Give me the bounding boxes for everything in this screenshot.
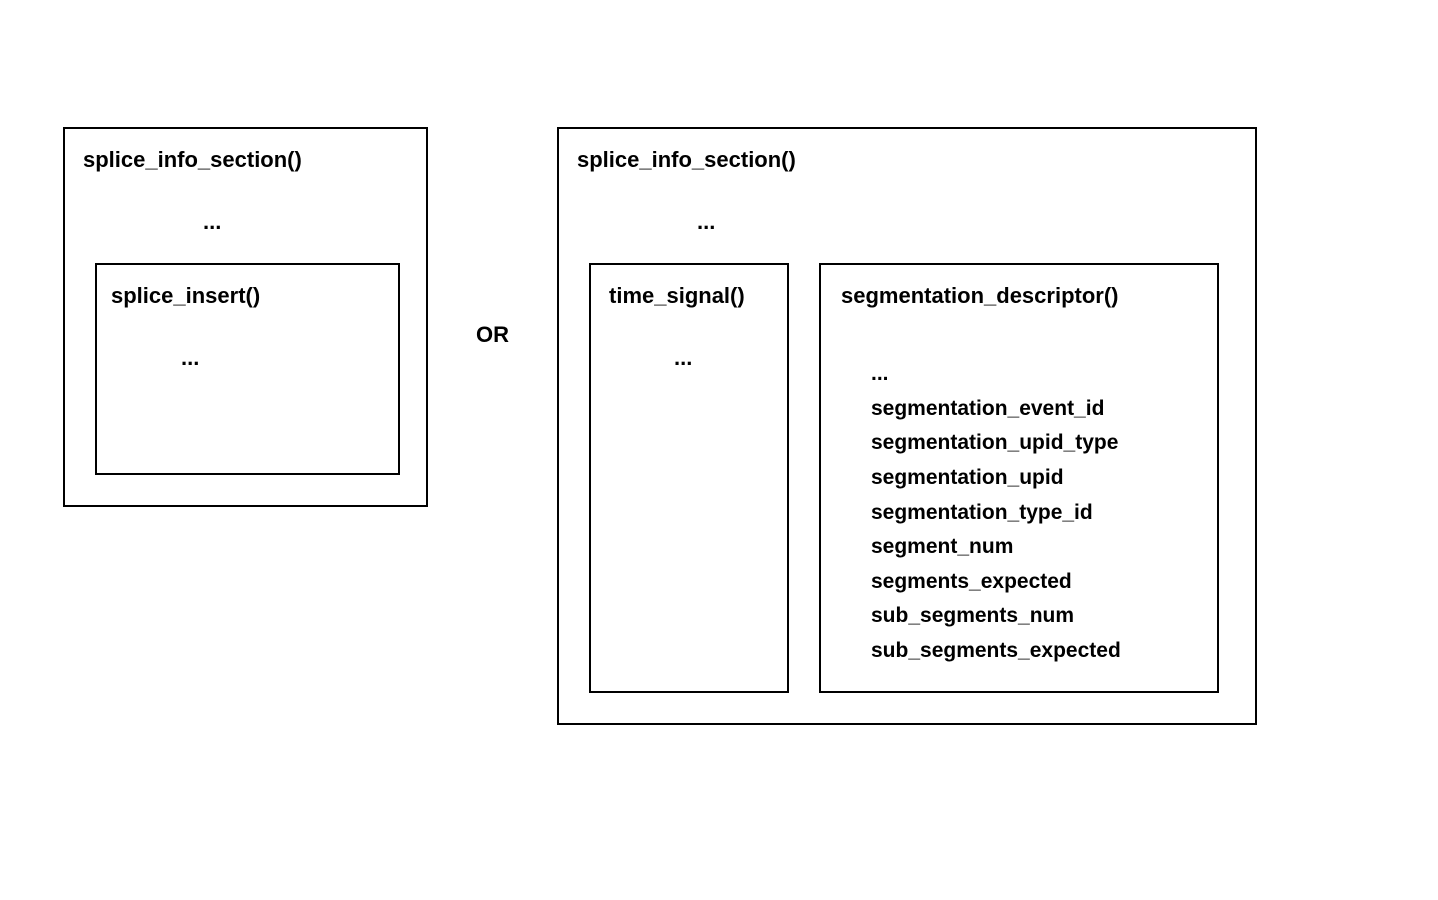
segmentation-field: segment_num: [871, 530, 1197, 565]
right-outer-title: splice_info_section(): [577, 147, 1225, 173]
segmentation-field-list: ... segmentation_event_id segmentation_u…: [841, 317, 1197, 669]
right-splice-info-section-box: splice_info_section() ... time_signal() …: [557, 127, 1257, 725]
segmentation-field: segments_expected: [871, 565, 1197, 600]
segmentation-field: segmentation_upid: [871, 461, 1197, 496]
segmentation-field: segmentation_event_id: [871, 392, 1197, 427]
left-outer-ellipsis: ...: [83, 181, 396, 263]
segmentation-descriptor-box: segmentation_descriptor() ... segmentati…: [819, 263, 1219, 693]
left-outer-title: splice_info_section(): [83, 147, 396, 173]
or-separator: OR: [476, 127, 509, 348]
segmentation-field: sub_segments_expected: [871, 634, 1197, 669]
right-inner-container: time_signal() ... segmentation_descripto…: [589, 263, 1225, 693]
time-signal-box: time_signal() ...: [589, 263, 789, 693]
right-outer-ellipsis: ...: [577, 181, 1225, 263]
time-signal-title: time_signal(): [609, 283, 767, 309]
diagram-container: splice_info_section() ... splice_insert(…: [63, 127, 1257, 725]
left-splice-info-section-box: splice_info_section() ... splice_insert(…: [63, 127, 428, 507]
segmentation-field: sub_segments_num: [871, 599, 1197, 634]
segmentation-field: segmentation_upid_type: [871, 426, 1197, 461]
splice-insert-title: splice_insert(): [111, 283, 378, 309]
splice-insert-ellipsis: ...: [111, 317, 378, 371]
segmentation-descriptor-title: segmentation_descriptor(): [841, 283, 1197, 309]
splice-insert-box: splice_insert() ...: [95, 263, 400, 475]
segmentation-field: segmentation_type_id: [871, 496, 1197, 531]
time-signal-ellipsis: ...: [609, 317, 767, 371]
segmentation-field: ...: [871, 357, 1197, 392]
